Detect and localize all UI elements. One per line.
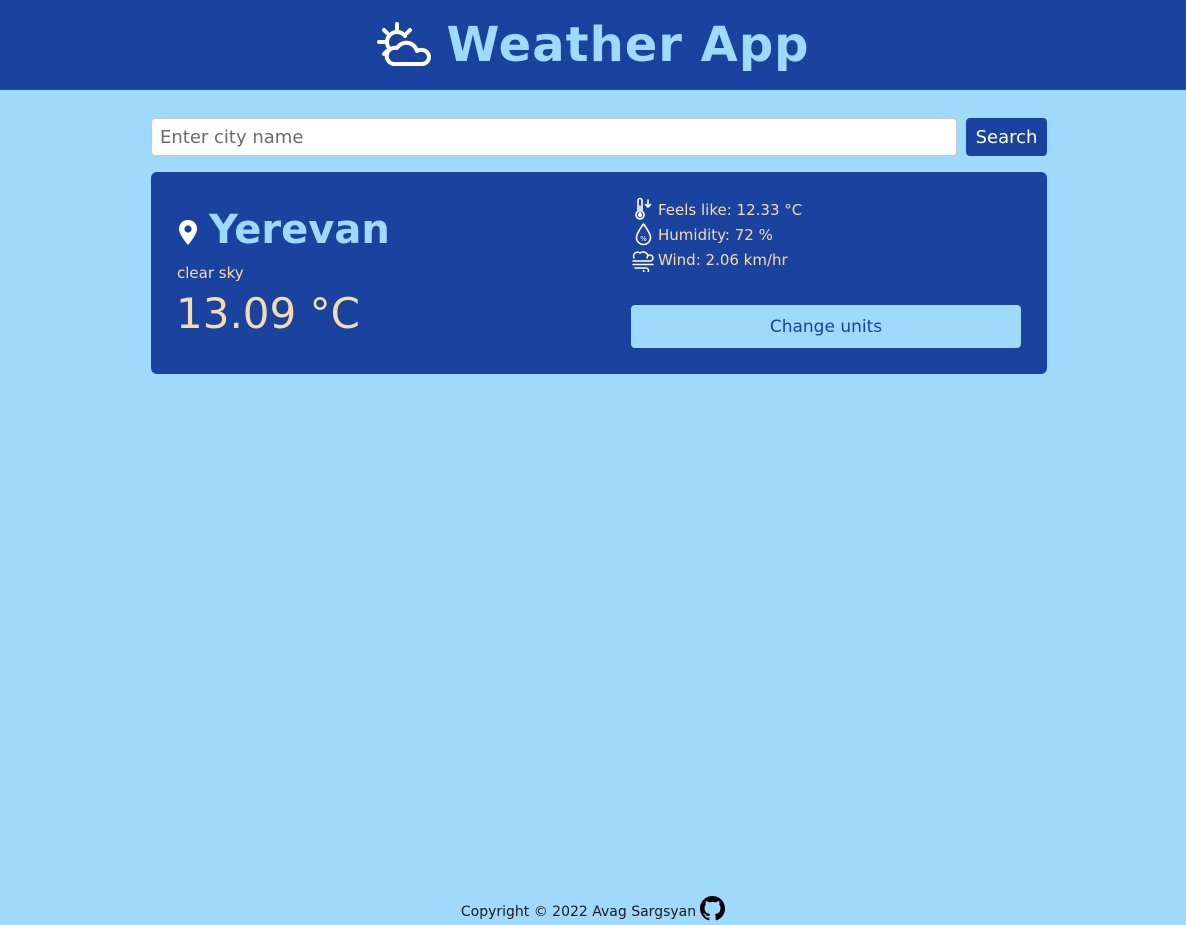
github-icon[interactable] [700,896,726,921]
footer: Copyright © 2022 Avag Sargsyan [0,893,1186,924]
city-search-input[interactable] [151,118,957,156]
temperature-value: 13.09 °C [176,289,360,338]
map-pin-icon [179,220,197,245]
feels-like-row: Feels like: 12.33 °C [631,197,802,222]
thermometer-icon [635,197,652,220]
change-units-button[interactable]: Change units [631,305,1021,348]
humidity-drop-icon: % [635,223,652,246]
feels-like-text: Feels like: 12.33 °C [658,200,803,219]
sun-cloud-icon [377,21,432,66]
humidity-row: % Humidity: 72 % [631,222,802,247]
wind-text: Wind: 2.06 km/hr [658,250,788,269]
humidity-text: Humidity: 72 % [658,225,773,244]
weather-details: Feels like: 12.33 °C % Humidity: 72 % Wi… [631,197,802,272]
weather-description: clear sky [177,264,244,282]
weather-card: Yerevan clear sky 13.09 °C Feels like: 1… [151,172,1047,374]
svg-text:%: % [640,235,647,243]
app-title: Weather App [446,16,810,73]
app-header: Weather App [0,0,1186,90]
wind-icon [632,251,654,272]
header-content: Weather App [0,0,1186,89]
city-heading: Yerevan [176,208,390,252]
copyright-text: Copyright © 2022 Avag Sargsyan [460,903,697,920]
city-name: Yerevan [209,207,390,253]
search-button[interactable]: Search [966,118,1047,156]
wind-row: Wind: 2.06 km/hr [631,247,802,272]
